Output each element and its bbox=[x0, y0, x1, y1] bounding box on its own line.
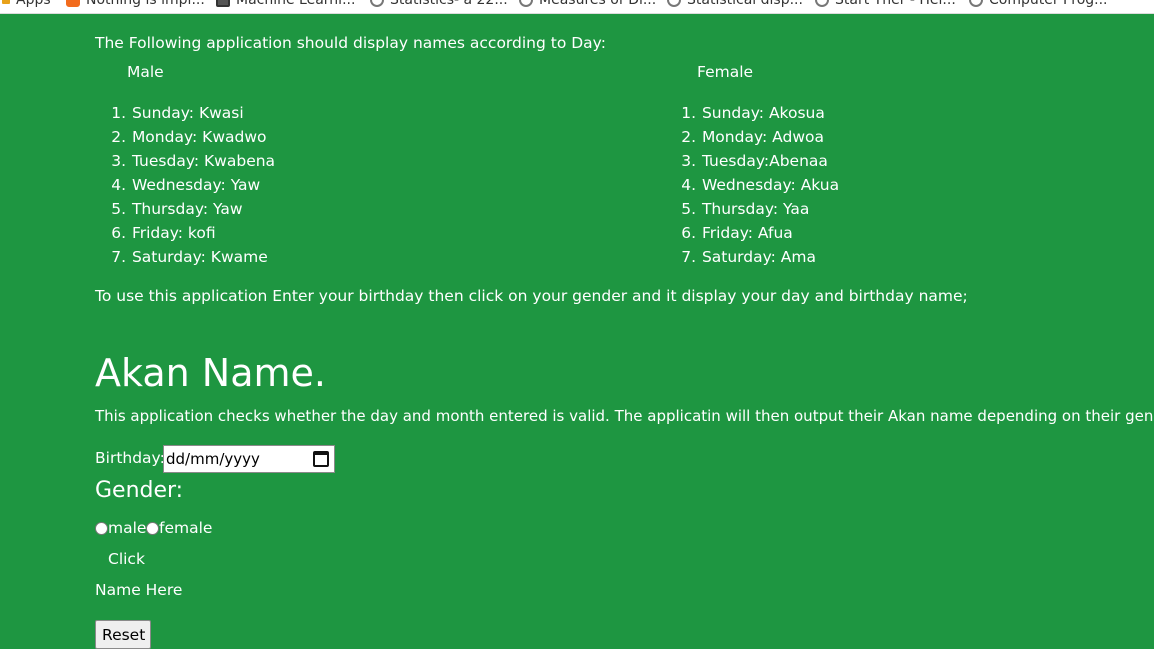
description-text: This application checks whether the day … bbox=[95, 407, 1154, 425]
list-item: 7. Saturday: Ama bbox=[681, 248, 817, 266]
bookmark-item[interactable]: Statistical disp... bbox=[667, 0, 803, 10]
list-item: 7. Saturday: Kwame bbox=[111, 248, 268, 266]
list-item: 6. Friday: kofi bbox=[111, 224, 216, 242]
male-names-list: 1. Sunday: Kwasi 2. Monday: Kwadwo 3. Tu… bbox=[95, 101, 275, 269]
list-item: 4. Wednesday: Akua bbox=[681, 176, 840, 194]
male-radio-label[interactable]: male bbox=[108, 519, 146, 537]
instructions-text: To use this application Enter your birth… bbox=[95, 287, 968, 305]
globe-icon bbox=[370, 0, 384, 7]
globe-icon bbox=[519, 0, 533, 7]
list-item: 1. Sunday: Kwasi bbox=[111, 104, 244, 122]
list-item: 2. Monday: Kwadwo bbox=[111, 128, 267, 146]
gender-label: Gender: bbox=[95, 478, 184, 503]
globe-icon bbox=[667, 0, 681, 7]
globe-icon bbox=[969, 0, 983, 7]
female-names-list: 1. Sunday: Akosua 2. Monday: Adwoa 3. Tu… bbox=[665, 101, 839, 269]
male-radio[interactable] bbox=[95, 522, 108, 535]
date-placeholder: dd/mm/yyyy bbox=[166, 450, 260, 468]
bookmark-item[interactable]: Measures of Di... bbox=[519, 0, 656, 10]
click-button[interactable]: Click bbox=[108, 550, 145, 568]
calendar-icon[interactable] bbox=[313, 451, 329, 467]
bookmark-apps[interactable]: Apps bbox=[2, 0, 51, 10]
bookmark-item[interactable]: Statistics- a 22... bbox=[370, 0, 508, 10]
list-item: 1. Sunday: Akosua bbox=[681, 104, 825, 122]
apps-icon bbox=[2, 0, 10, 4]
list-item: 3. Tuesday:Abenaa bbox=[681, 152, 828, 170]
female-radio-label[interactable]: female bbox=[159, 519, 212, 537]
blogger-icon bbox=[66, 0, 80, 7]
name-output: Name Here bbox=[95, 581, 183, 599]
list-item: 3. Tuesday: Kwabena bbox=[111, 152, 276, 170]
list-item: 2. Monday: Adwoa bbox=[681, 128, 824, 146]
female-radio[interactable] bbox=[146, 522, 159, 535]
page-title: Akan Name. bbox=[95, 351, 326, 395]
male-heading: Male bbox=[127, 63, 164, 81]
female-heading: Female bbox=[697, 63, 754, 81]
list-item: 4. Wednesday: Yaw bbox=[111, 176, 261, 194]
globe-icon bbox=[815, 0, 829, 7]
intro-text: The Following application should display… bbox=[95, 34, 606, 52]
list-item: 6. Friday: Afua bbox=[681, 224, 793, 242]
bookmark-item[interactable]: Start Ther - Hel... bbox=[815, 0, 956, 10]
bookmark-item[interactable]: Nothing is impl... bbox=[66, 0, 205, 10]
bookmark-item[interactable]: Computer Prog... bbox=[969, 0, 1108, 10]
reset-button[interactable]: Reset bbox=[95, 620, 151, 649]
page-icon bbox=[216, 0, 230, 7]
birthday-label: Birthday: bbox=[95, 449, 165, 467]
bookmarks-bar: Apps Nothing is impl... Machine Learni..… bbox=[0, 0, 1154, 14]
list-item: 5. Thursday: Yaa bbox=[681, 200, 810, 218]
birthday-date-input[interactable]: dd/mm/yyyy bbox=[163, 445, 335, 473]
list-item: 5. Thursday: Yaw bbox=[111, 200, 243, 218]
bookmark-item[interactable]: Machine Learni... bbox=[216, 0, 355, 10]
